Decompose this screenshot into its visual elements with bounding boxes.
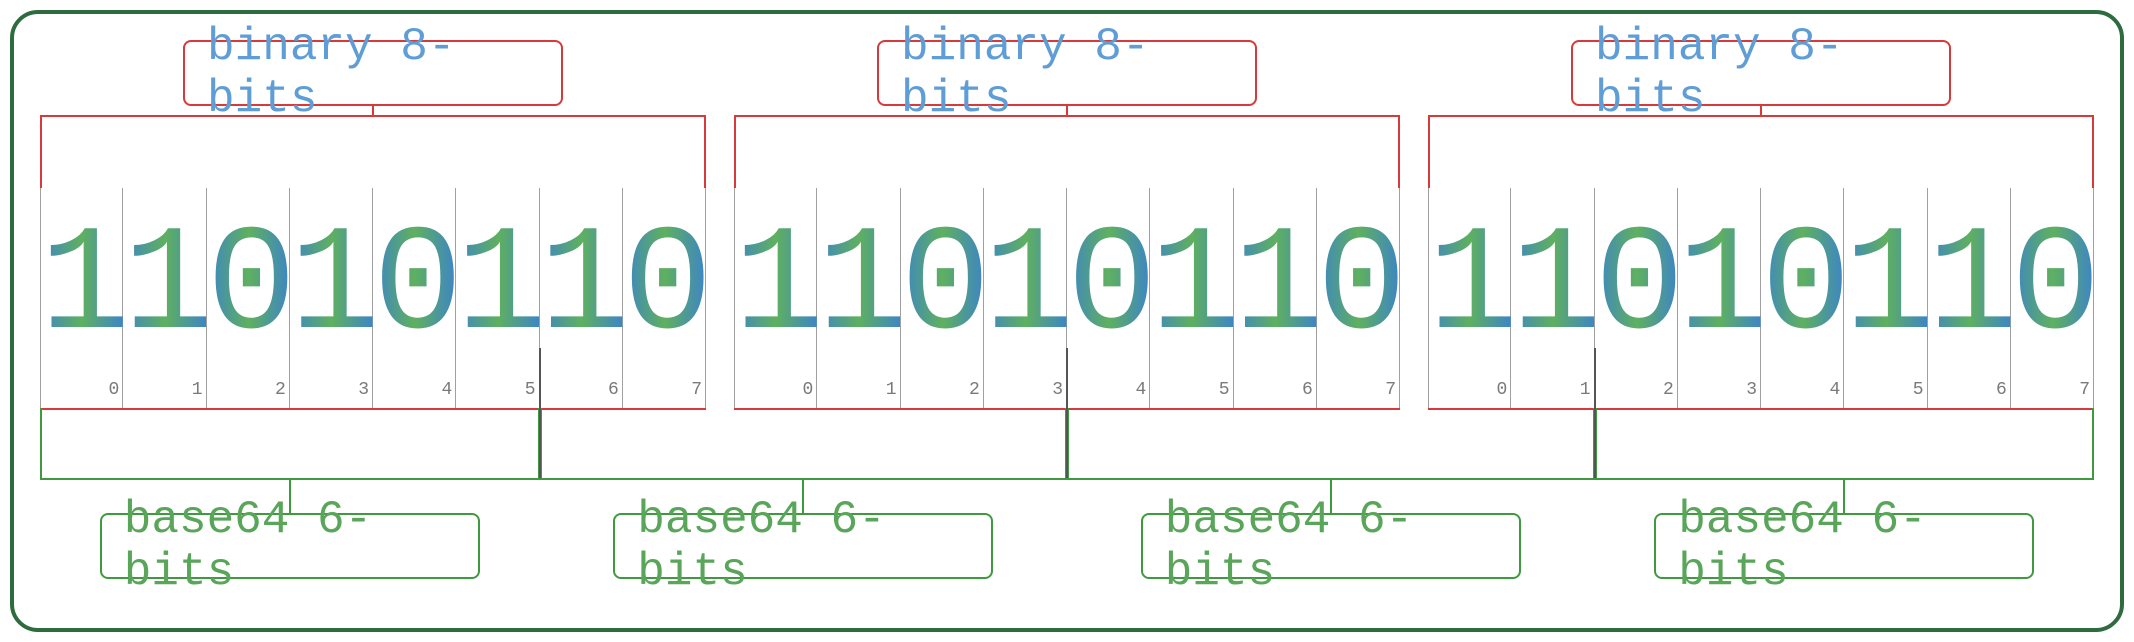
bit-index: 7 (1376, 380, 1396, 400)
bit-value: 1 (290, 203, 373, 373)
bit-index: 4 (432, 380, 452, 400)
bit-index: 0 (793, 380, 813, 400)
bit-value: 1 (817, 203, 900, 373)
bit-value: 1 (540, 203, 623, 373)
b64-label: base64 6-bits (613, 513, 993, 579)
bit-value: 1 (1844, 203, 1927, 373)
bit-index: 6 (1987, 380, 2007, 400)
bit-value: 1 (984, 203, 1067, 373)
bit-value: 1 (1928, 203, 2011, 373)
bit-index: 5 (516, 380, 536, 400)
bit-value: 1 (1428, 203, 1511, 373)
bit-index: 1 (877, 380, 897, 400)
b64-label: base64 6-bits (1654, 513, 2034, 579)
b64-label: base64 6-bits (100, 513, 480, 579)
bit-value: 0 (901, 203, 984, 373)
bit-value: 0 (373, 203, 456, 373)
byte-label: binary 8-bits (183, 40, 563, 106)
bit-index: 2 (266, 380, 286, 400)
bit-value: 0 (1317, 203, 1400, 373)
group-divider (1066, 348, 1068, 478)
bit-value: 1 (1511, 203, 1594, 373)
bit-index: 2 (1654, 380, 1674, 400)
bit-value: 1 (734, 203, 817, 373)
byte-bracket-side (704, 115, 706, 188)
bit-value: 0 (1761, 203, 1844, 373)
bit-index: 7 (2070, 380, 2090, 400)
byte-bracket-side (2092, 115, 2094, 188)
bit-index: 3 (349, 380, 369, 400)
bit-value: 0 (207, 203, 290, 373)
byte-bracket-side (40, 115, 42, 188)
bit-index: 7 (682, 380, 702, 400)
bit-value: 0 (2011, 203, 2094, 373)
group-divider (1594, 348, 1596, 478)
bit-index: 0 (1487, 380, 1507, 400)
bit-index: 3 (1043, 380, 1063, 400)
byte-baseline (40, 408, 706, 410)
bit-value: 0 (623, 203, 706, 373)
byte-baseline (1428, 408, 2094, 410)
bit-index: 3 (1737, 380, 1757, 400)
byte-bracket-side (1428, 115, 1430, 188)
byte-bracket-side (1398, 115, 1400, 188)
b64-label: base64 6-bits (1141, 513, 1521, 579)
b64-bracket-side (40, 408, 42, 480)
byte-label: binary 8-bits (1571, 40, 1951, 106)
bit-index: 5 (1904, 380, 1924, 400)
bit-value: 1 (456, 203, 539, 373)
bit-value: 1 (1234, 203, 1317, 373)
bit-index: 6 (1293, 380, 1313, 400)
b64-bracket-side (2092, 408, 2094, 480)
byte-bracket-side (734, 115, 736, 188)
bit-value: 1 (123, 203, 206, 373)
bit-value: 0 (1067, 203, 1150, 373)
bit-index: 4 (1126, 380, 1146, 400)
bit-index: 6 (599, 380, 619, 400)
bit-index: 4 (1820, 380, 1840, 400)
byte-label: binary 8-bits (877, 40, 1257, 106)
bit-index: 1 (1571, 380, 1591, 400)
bit-value: 1 (40, 203, 123, 373)
bit-index: 5 (1210, 380, 1230, 400)
bit-value: 0 (1595, 203, 1678, 373)
group-divider (539, 348, 541, 478)
bit-value: 1 (1678, 203, 1761, 373)
bit-index: 0 (99, 380, 119, 400)
bit-index: 1 (183, 380, 203, 400)
bit-index: 2 (960, 380, 980, 400)
bit-value: 1 (1150, 203, 1233, 373)
